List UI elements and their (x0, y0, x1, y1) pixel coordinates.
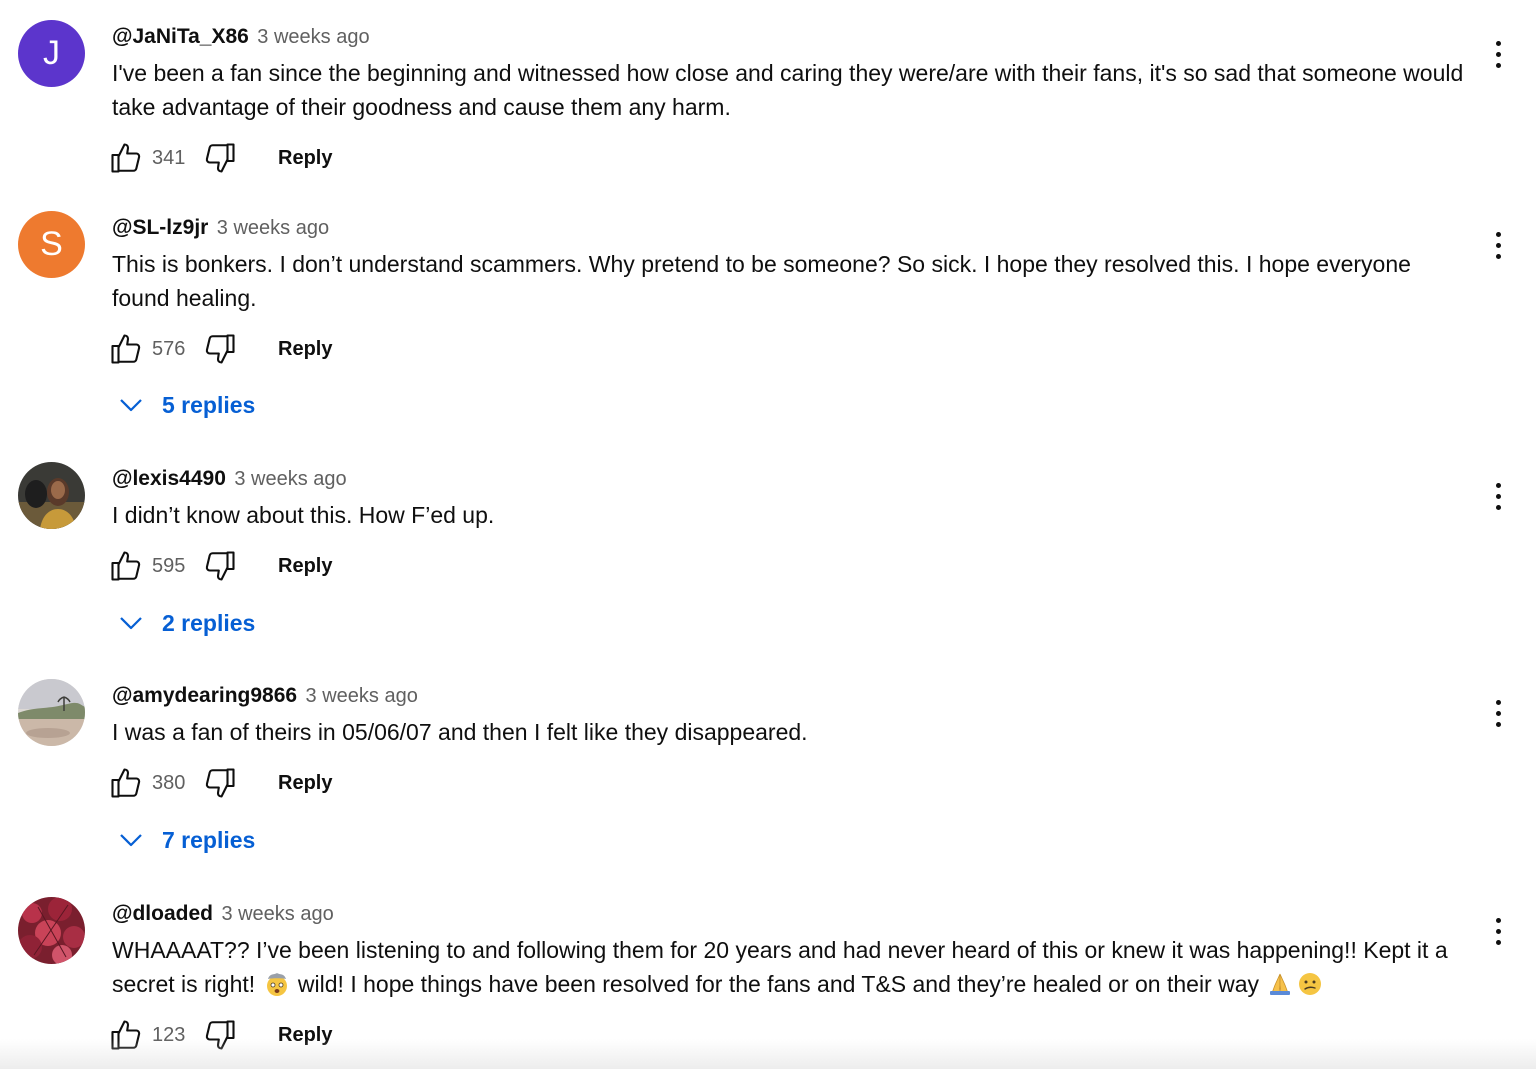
comment-text: WHAAAAT?? I’ve been listening to and fol… (112, 933, 1472, 1001)
thumbs-up-icon[interactable] (108, 140, 144, 176)
more-actions-icon[interactable] (1482, 909, 1514, 953)
more-actions-icon[interactable] (1482, 474, 1514, 518)
reply-button[interactable]: Reply (278, 338, 332, 361)
comment-actions: 595 Reply (108, 548, 332, 584)
thumbs-down-icon[interactable] (202, 331, 238, 367)
comment-actions: 576 Reply (108, 331, 332, 367)
comment-text: I was a fan of theirs in 05/06/07 and th… (112, 719, 808, 745)
comment-header: @SL-lz9jr 3 weeks ago (112, 215, 329, 243)
reply-button[interactable]: Reply (278, 555, 332, 578)
comment-timestamp[interactable]: 3 weeks ago (257, 26, 369, 48)
replies-count-label[interactable]: 2 replies (162, 610, 255, 637)
comment-text-part: wild! I hope things have been resolved f… (291, 971, 1266, 997)
avatar[interactable] (18, 897, 85, 964)
replies-count-label[interactable]: 7 replies (162, 827, 255, 854)
chevron-down-icon (120, 617, 142, 630)
thumbs-up-icon[interactable] (108, 1017, 144, 1053)
folded-hands-emoji-icon (1270, 973, 1291, 995)
comment-author[interactable]: @amydearing9866 (112, 684, 297, 707)
comment-header: @JaNiTa_X86 3 weeks ago (112, 24, 370, 52)
avatar[interactable]: J (18, 20, 85, 87)
like-count: 576 (152, 337, 186, 360)
comment-author[interactable]: @lexis4490 (112, 467, 226, 490)
comment-author[interactable]: @dloaded (112, 902, 213, 925)
thumbs-down-icon[interactable] (202, 765, 238, 801)
thumbs-up-icon[interactable] (108, 765, 144, 801)
view-replies-button[interactable]: 5 replies (116, 388, 255, 422)
like-count: 380 (152, 771, 186, 794)
comment-header: @amydearing9866 3 weeks ago (112, 683, 418, 711)
more-actions-icon[interactable] (1482, 32, 1514, 76)
comment-actions: 123 Reply (108, 1017, 332, 1053)
like-count: 595 (152, 554, 186, 577)
avatar[interactable] (18, 679, 85, 746)
landscape-avatar-icon (18, 679, 85, 746)
comment-header: @dloaded 3 weeks ago (112, 901, 334, 929)
view-replies-button[interactable]: 2 replies (116, 606, 255, 640)
thumbs-up-icon[interactable] (108, 331, 144, 367)
thumbs-down-icon[interactable] (202, 548, 238, 584)
thumbs-up-icon[interactable] (108, 548, 144, 584)
exploding-head-emoji-icon (266, 973, 287, 996)
like-count: 341 (152, 146, 186, 169)
avatar[interactable] (18, 462, 85, 529)
chevron-down-icon (120, 399, 142, 412)
autumn-leaves-avatar-icon (18, 897, 85, 964)
thumbs-down-icon[interactable] (202, 1017, 238, 1053)
confused-face-emoji-icon (1299, 973, 1322, 995)
comment-author[interactable]: @JaNiTa_X86 (112, 25, 249, 48)
portrait-avatar-icon (18, 462, 85, 529)
comment-timestamp[interactable]: 3 weeks ago (306, 685, 418, 707)
reply-button[interactable]: Reply (278, 147, 332, 170)
comment-actions: 380 Reply (108, 765, 332, 801)
comment-actions: 341 Reply (108, 140, 332, 176)
comment-timestamp[interactable]: 3 weeks ago (217, 217, 329, 239)
more-actions-icon[interactable] (1482, 223, 1514, 267)
comment-header: @lexis4490 3 weeks ago (112, 466, 347, 494)
view-replies-button[interactable]: 7 replies (116, 823, 255, 857)
chevron-down-icon (120, 834, 142, 847)
comment-text: I've been a fan since the beginning and … (112, 60, 1464, 120)
comment-timestamp[interactable]: 3 weeks ago (234, 468, 346, 490)
comment-text: This is bonkers. I don’t understand scam… (112, 251, 1411, 311)
thumbs-down-icon[interactable] (202, 140, 238, 176)
comment-text: I didn’t know about this. How F’ed up. (112, 502, 495, 528)
reply-button[interactable]: Reply (278, 1024, 332, 1047)
avatar[interactable]: S (18, 211, 85, 278)
replies-count-label[interactable]: 5 replies (162, 392, 255, 419)
like-count: 123 (152, 1023, 186, 1046)
reply-button[interactable]: Reply (278, 772, 332, 795)
comment-timestamp[interactable]: 3 weeks ago (221, 903, 333, 925)
more-actions-icon[interactable] (1482, 691, 1514, 735)
comment-author[interactable]: @SL-lz9jr (112, 216, 208, 239)
